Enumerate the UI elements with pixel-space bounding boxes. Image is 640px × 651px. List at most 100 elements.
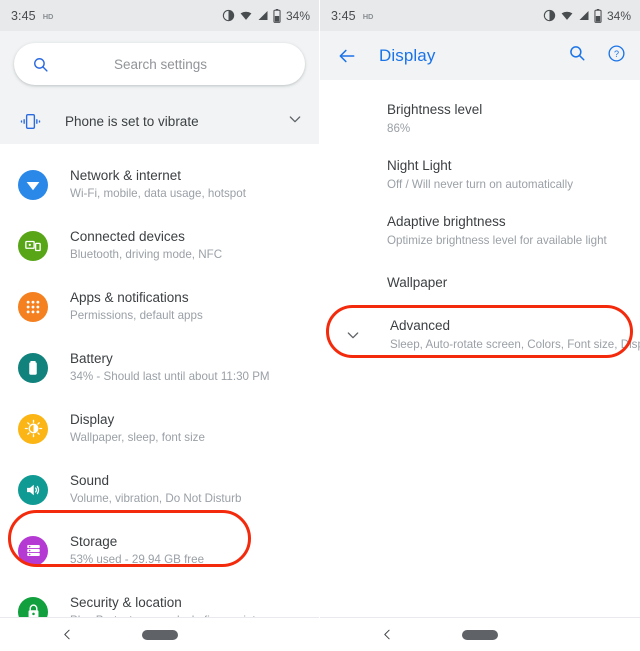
storage-icon <box>18 535 48 566</box>
navigation-bar-left <box>0 617 319 651</box>
status-bar-left-group: 3:45 HD <box>331 9 373 23</box>
battery-icon <box>594 8 602 23</box>
settings-row-subtitle: 34% - Should last until about 11:30 PM <box>70 370 270 383</box>
help-circle-icon[interactable]: ? <box>607 44 626 68</box>
settings-list: Network & internet Wi-Fi, mobile, data u… <box>0 144 319 617</box>
battery-icon <box>273 8 281 23</box>
settings-row-title: Security & location <box>70 595 182 610</box>
display-brightness-icon <box>18 413 48 444</box>
display-app-bar: Display ? <box>320 31 640 80</box>
settings-row-subtitle: Wi-Fi, mobile, data usage, hotspot <box>70 187 246 200</box>
svg-text:?: ? <box>614 48 619 58</box>
display-row-title: Wallpaper <box>387 275 448 290</box>
right-phone-screen: 3:45 HD 34% Display ? Brightness level 8… <box>320 0 640 651</box>
wifi-icon <box>561 11 573 20</box>
settings-row-title: Network & internet <box>70 168 182 183</box>
settings-row-subtitle: Volume, vibration, Do Not Disturb <box>70 492 242 505</box>
display-row-title: Adaptive brightness <box>387 214 506 229</box>
battery-percentage: 34% <box>285 8 310 23</box>
sound-volume-icon <box>18 474 48 505</box>
display-row-subtitle: Sleep, Auto-rotate screen, Colors, Font … <box>390 338 640 351</box>
settings-row-title: Apps & notifications <box>70 290 189 305</box>
nav-back-icon[interactable] <box>61 628 74 641</box>
vibrate-status-banner[interactable]: Phone is set to vibrate <box>0 98 319 144</box>
wifi-icon <box>240 11 252 20</box>
left-phone-screen: 3:45 HD 34% Search settings Phone is set… <box>0 0 320 651</box>
display-row-title: Brightness level <box>387 102 483 117</box>
settings-row-texts: Battery 34% - Should last until about 11… <box>70 350 270 385</box>
display-settings-list: Brightness level 86% Night Light Off / W… <box>320 80 640 617</box>
connected-devices-icon <box>18 230 48 261</box>
search-icon[interactable] <box>568 44 586 67</box>
settings-row-title: Display <box>70 412 115 427</box>
search-settings-bar[interactable]: Search settings <box>14 43 305 85</box>
settings-row-security-location[interactable]: Security & location Play Protect, screen… <box>0 581 319 617</box>
network-internet-icon <box>18 169 48 200</box>
settings-row-texts: Network & internet Wi-Fi, mobile, data u… <box>70 167 246 202</box>
display-row-title: Advanced <box>390 318 451 333</box>
display-row-title: Night Light <box>387 158 452 173</box>
settings-row-sound[interactable]: Sound Volume, vibration, Do Not Disturb <box>0 459 319 520</box>
settings-row-battery[interactable]: Battery 34% - Should last until about 11… <box>0 337 319 398</box>
settings-row-texts: Apps & notifications Permissions, defaul… <box>70 289 203 324</box>
display-row-subtitle: Optimize brightness level for available … <box>387 234 607 247</box>
status-bar-right-group: 34% <box>543 8 631 23</box>
settings-row-storage[interactable]: Storage 53% used - 29.94 GB free <box>0 520 319 581</box>
security-lock-icon <box>18 596 48 617</box>
display-row-brightness-level[interactable]: Brightness level 86% <box>320 91 640 147</box>
settings-row-apps-notifications[interactable]: Apps & notifications Permissions, defaul… <box>0 276 319 337</box>
nav-home-pill-icon[interactable] <box>462 629 498 640</box>
display-row-adaptive-brightness[interactable]: Adaptive brightness Optimize brightness … <box>320 203 640 259</box>
chevron-down-icon[interactable] <box>287 111 303 132</box>
dnd-icon <box>543 9 556 22</box>
status-bar-right: 3:45 HD 34% <box>320 0 640 31</box>
display-row-texts: Wallpaper <box>387 274 447 292</box>
settings-row-title: Connected devices <box>70 229 185 244</box>
status-bar-left-group: 3:45 HD <box>11 9 53 23</box>
display-row-subtitle: 86% <box>387 122 411 135</box>
settings-row-texts: Connected devices Bluetooth, driving mod… <box>70 228 222 263</box>
settings-row-network-internet[interactable]: Network & internet Wi-Fi, mobile, data u… <box>0 154 319 215</box>
status-bar-right-group: 34% <box>222 8 310 23</box>
battery-settings-icon <box>18 352 48 383</box>
settings-row-title: Sound <box>70 473 110 488</box>
settings-row-subtitle: Bluetooth, driving mode, NFC <box>70 248 223 261</box>
status-time: 3:45 <box>331 8 356 23</box>
signal-icon <box>258 11 268 20</box>
app-bar-actions: ? <box>568 44 626 68</box>
page-title: Display <box>379 45 436 65</box>
display-row-texts: Advanced Sleep, Auto-rotate screen, Colo… <box>390 317 640 353</box>
display-row-wallpaper[interactable]: Wallpaper <box>320 259 640 307</box>
display-row-night-light[interactable]: Night Light Off / Will never turn on aut… <box>320 147 640 203</box>
battery-percentage: 34% <box>606 8 631 23</box>
search-region: Search settings <box>0 31 319 98</box>
search-input-placeholder[interactable]: Search settings <box>50 57 271 72</box>
display-row-subtitle: Off / Will never turn on automatically <box>387 178 574 191</box>
hd-indicator: HD <box>362 12 374 21</box>
settings-row-texts: Sound Volume, vibration, Do Not Disturb <box>70 472 241 507</box>
nav-home-pill-icon[interactable] <box>141 629 178 640</box>
back-arrow-icon[interactable] <box>337 46 357 66</box>
display-row-advanced[interactable]: Advanced Sleep, Auto-rotate screen, Colo… <box>320 307 640 363</box>
settings-row-texts: Storage 53% used - 29.94 GB free <box>70 533 204 568</box>
display-row-texts: Brightness level 86% <box>387 101 482 137</box>
dnd-icon <box>222 9 235 22</box>
signal-icon <box>579 11 589 20</box>
display-row-texts: Night Light Off / Will never turn on aut… <box>387 157 573 193</box>
settings-row-subtitle: Permissions, default apps <box>70 309 203 322</box>
settings-row-title: Storage <box>70 534 118 549</box>
chevron-down-icon[interactable] <box>338 327 368 343</box>
hd-indicator: HD <box>42 12 54 21</box>
vibrate-banner-label: Phone is set to vibrate <box>65 113 199 129</box>
vibrate-icon <box>20 113 44 130</box>
apps-notifications-icon <box>18 291 48 322</box>
settings-row-subtitle: Wallpaper, sleep, font size <box>70 431 205 444</box>
search-icon[interactable] <box>30 54 50 74</box>
nav-back-icon[interactable] <box>381 628 394 641</box>
status-time: 3:45 <box>11 8 36 23</box>
display-row-texts: Adaptive brightness Optimize brightness … <box>387 213 607 249</box>
dual-screenshot-container: 3:45 HD 34% Search settings Phone is set… <box>0 0 640 651</box>
navigation-bar-right <box>320 617 640 651</box>
settings-row-connected-devices[interactable]: Connected devices Bluetooth, driving mod… <box>0 215 319 276</box>
settings-row-display[interactable]: Display Wallpaper, sleep, font size <box>0 398 319 459</box>
